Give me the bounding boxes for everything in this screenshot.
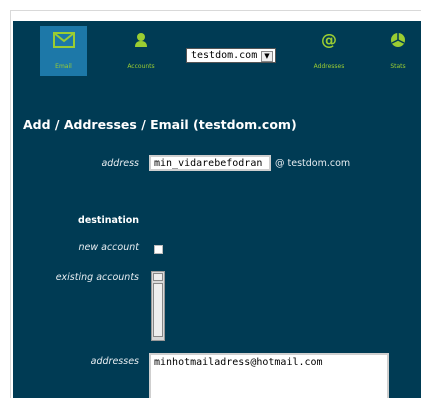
existing-accounts-list[interactable] bbox=[151, 271, 165, 341]
nav-tab-addresses[interactable]: @ Addresses bbox=[306, 26, 352, 76]
nav-tab-stats-label: Stats bbox=[390, 63, 406, 70]
user-icon bbox=[135, 33, 147, 47]
scrollbar-thumb[interactable] bbox=[153, 283, 163, 337]
domain-select-value: testdom.com bbox=[191, 50, 258, 61]
address-input-value: min_vidarebefodran bbox=[154, 158, 263, 169]
address-input[interactable]: min_vidarebefodran bbox=[149, 155, 271, 171]
nav-tab-email-label: Email bbox=[55, 63, 72, 70]
addresses-label: addresses bbox=[90, 356, 139, 367]
nav-tab-addresses-label: Addresses bbox=[313, 63, 345, 70]
frame-border-left bbox=[10, 10, 11, 398]
scroll-up-button[interactable] bbox=[153, 273, 163, 281]
pie-chart-icon bbox=[391, 33, 405, 47]
address-domain-suffix: @ testdom.com bbox=[275, 158, 351, 169]
nav-tab-accounts-label: Accounts bbox=[127, 63, 155, 70]
admin-panel: Email Accounts testdom.com ▼ @ Addresses bbox=[13, 21, 421, 398]
domain-select[interactable]: testdom.com ▼ bbox=[186, 48, 276, 63]
addresses-textarea-value: minhotmailadress@hotmail.com bbox=[154, 357, 323, 368]
address-label: address bbox=[101, 158, 139, 169]
existing-accounts-label: existing accounts bbox=[55, 272, 139, 283]
envelope-icon bbox=[52, 32, 75, 48]
nav-tab-email[interactable]: Email bbox=[40, 26, 87, 76]
at-icon: @ bbox=[321, 30, 337, 49]
nav-tab-stats[interactable]: Stats bbox=[378, 26, 418, 76]
new-account-label: new account bbox=[78, 242, 139, 253]
destination-heading: destination bbox=[78, 215, 139, 226]
page-title: Add / Addresses / Email (testdom.com) bbox=[23, 117, 297, 132]
addresses-textarea[interactable]: minhotmailadress@hotmail.com bbox=[149, 353, 389, 398]
new-account-checkbox[interactable] bbox=[154, 245, 163, 254]
chevron-down-icon[interactable]: ▼ bbox=[261, 51, 273, 62]
nav-tab-accounts[interactable]: Accounts bbox=[119, 26, 163, 76]
frame-border-top bbox=[10, 10, 421, 11]
